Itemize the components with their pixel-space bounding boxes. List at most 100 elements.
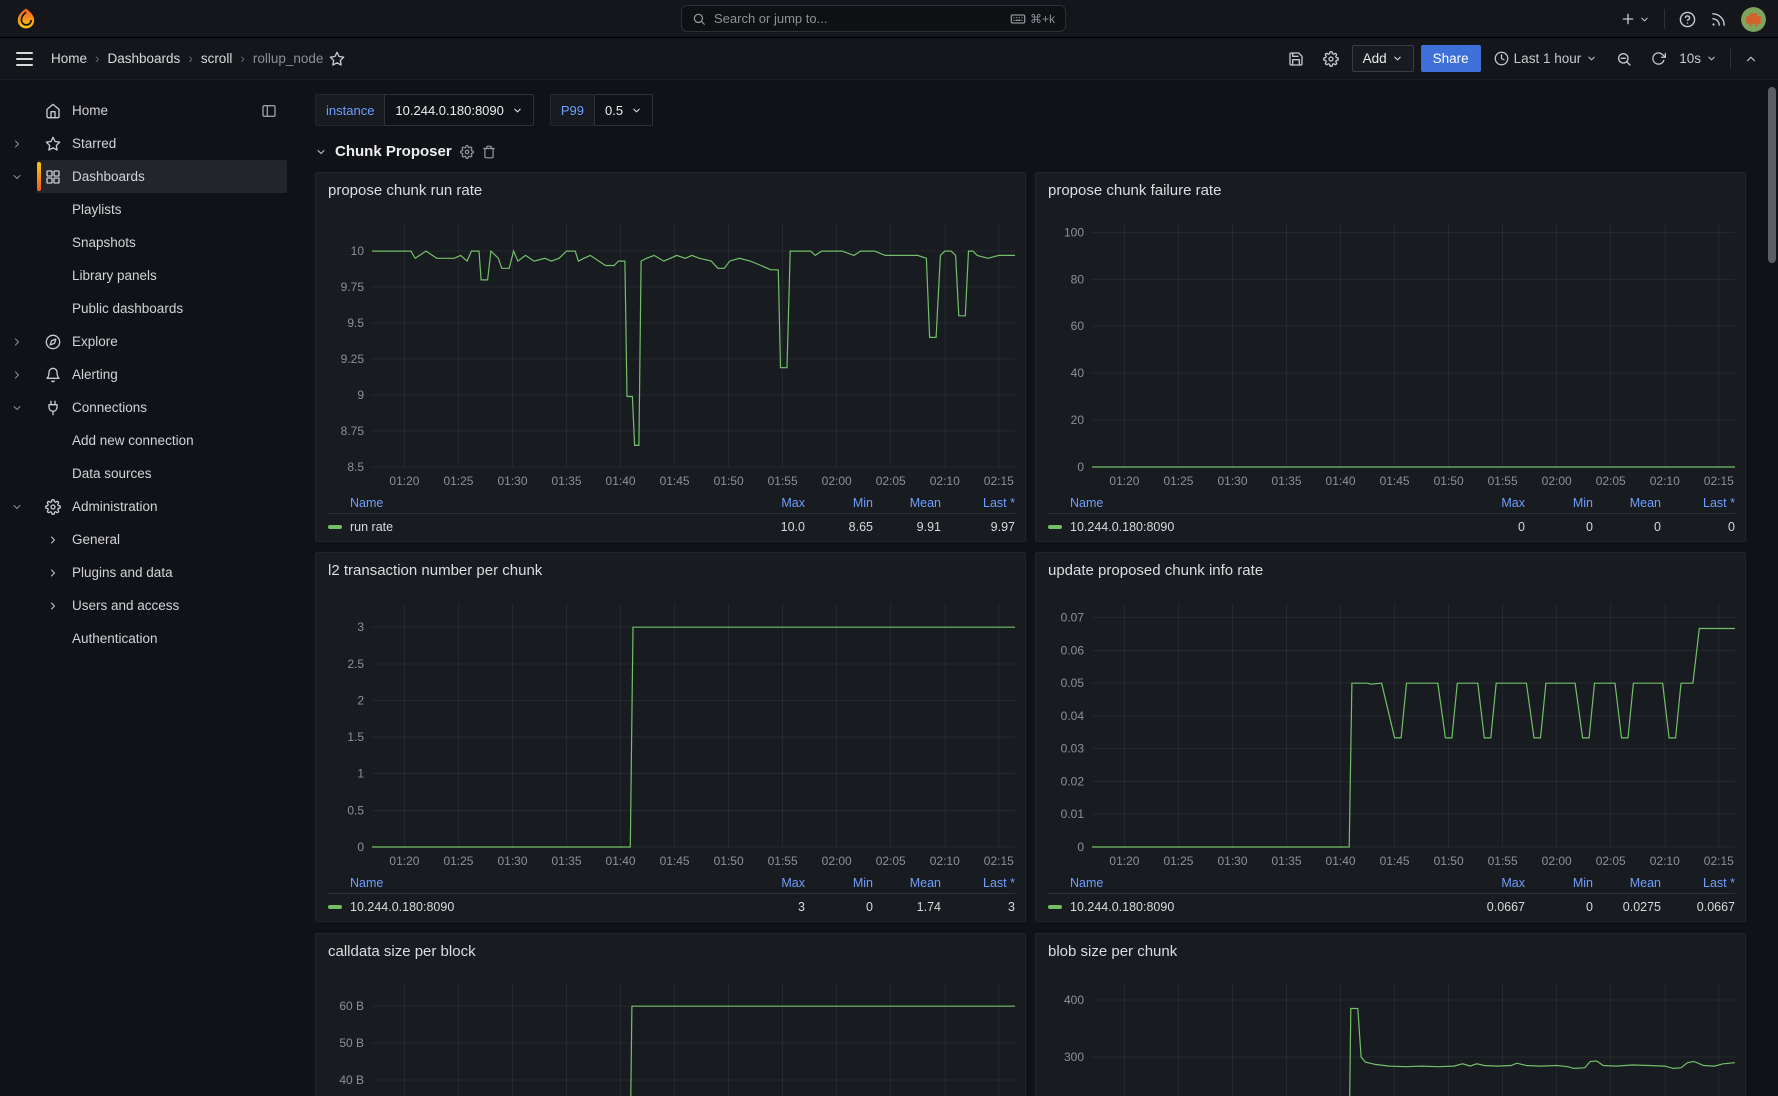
time-series-chart: 8.58.7599.259.59.751001:2001:2501:3001:3… [316, 207, 1025, 493]
sidebar-item-library-panels[interactable]: Library panels [0, 259, 291, 292]
grafana-logo[interactable] [14, 7, 38, 31]
legend-header-max[interactable]: Max [1457, 876, 1525, 890]
row-settings-icon[interactable] [460, 145, 474, 159]
panel-title[interactable]: update proposed chunk info rate [1036, 553, 1745, 587]
panel-title[interactable]: propose chunk run rate [316, 173, 1025, 207]
time-range-picker[interactable]: Last 1 hour [1488, 46, 1604, 71]
chevron-right-icon [11, 369, 23, 381]
sidebar-item-dashboards[interactable]: Dashboards [0, 160, 291, 193]
legend-header-last[interactable]: Last * [941, 876, 1015, 890]
legend-header-name[interactable]: Name [328, 496, 737, 510]
legend-value: 9.97 [941, 520, 1015, 534]
legend-header-max[interactable]: Max [737, 876, 805, 890]
variable-value-dropdown[interactable]: 0.5 [594, 94, 653, 126]
legend-series-name[interactable]: 10.244.0.180:8090 [350, 900, 454, 914]
mega-menu-toggle[interactable] [14, 48, 35, 70]
dashboard-scrollbar[interactable] [1768, 87, 1776, 263]
legend-header-mean[interactable]: Mean [873, 496, 941, 510]
breadcrumb-item-dashboards[interactable]: Dashboards [108, 51, 181, 66]
sidebar-item-public-dashboards[interactable]: Public dashboards [0, 292, 291, 325]
panel-title[interactable]: propose chunk failure rate [1036, 173, 1745, 207]
dashboard-settings-button[interactable] [1317, 46, 1345, 72]
save-dashboard-button[interactable] [1282, 46, 1310, 72]
x-tick-label: 01:55 [1488, 474, 1518, 488]
help-button[interactable] [1679, 11, 1696, 28]
legend-header-max[interactable]: Max [1457, 496, 1525, 510]
row-delete-icon[interactable] [482, 145, 496, 159]
legend-header-name[interactable]: Name [328, 876, 737, 890]
y-tick-label: 40 [1071, 366, 1085, 380]
variable-value-dropdown[interactable]: 10.244.0.180:8090 [384, 94, 533, 126]
y-tick-label: 80 [1071, 272, 1085, 286]
chevron-right-icon [47, 567, 59, 579]
x-tick-label: 01:50 [714, 474, 744, 488]
y-tick-label: 0.5 [347, 803, 364, 817]
user-avatar[interactable] [1741, 7, 1766, 32]
breadcrumb-item-rollup-node[interactable]: rollup_node [253, 51, 324, 66]
legend-header-min[interactable]: Min [805, 496, 873, 510]
legend-header-last[interactable]: Last * [941, 496, 1015, 510]
row-chunk-proposer[interactable]: Chunk Proposer [315, 143, 496, 160]
refresh-button[interactable] [1645, 46, 1672, 71]
panel-title[interactable]: calldata size per block [316, 934, 1025, 968]
legend-header-mean[interactable]: Mean [1593, 496, 1661, 510]
share-button[interactable]: Share [1421, 45, 1481, 72]
sidebar-item-plugins-and-data[interactable]: Plugins and data [0, 556, 291, 589]
new-menu-button[interactable] [1620, 11, 1650, 27]
panel-propose-chunk-failure-rate: propose chunk failure rate02040608010001… [1035, 172, 1746, 542]
sidebar-item-alerting[interactable]: Alerting [0, 358, 291, 391]
legend-header-min[interactable]: Min [1525, 496, 1593, 510]
refresh-interval-picker[interactable]: 10s [1673, 46, 1723, 71]
legend-series-name[interactable]: run rate [350, 520, 393, 534]
sidebar-item-starred[interactable]: Starred [0, 127, 291, 160]
zoom-out-time-button[interactable] [1610, 46, 1638, 72]
breadcrumb-item-home[interactable]: Home [51, 51, 87, 66]
panel-title[interactable]: blob size per chunk [1036, 934, 1745, 968]
sidebar-item-general[interactable]: General [0, 523, 291, 556]
sidebar-item-home[interactable]: Home [0, 94, 291, 127]
legend-header-name[interactable]: Name [1048, 496, 1457, 510]
news-button[interactable] [1710, 11, 1727, 28]
sidebar-item-users-and-access[interactable]: Users and access [0, 589, 291, 622]
sidebar-item-label: General [72, 532, 120, 547]
panel-legend: NameMaxMinMeanLast *10.244.0.180:80900.0… [1036, 873, 1745, 920]
panel-propose-chunk-run-rate: propose chunk run rate8.58.7599.259.59.7… [315, 172, 1026, 542]
sidebar-item-add-new-connection[interactable]: Add new connection [0, 424, 291, 457]
legend-header-min[interactable]: Min [1525, 876, 1593, 890]
legend-header-min[interactable]: Min [805, 876, 873, 890]
sidebar-item-administration[interactable]: Administration [0, 490, 291, 523]
dock-menu-button[interactable] [261, 103, 277, 119]
x-tick-label: 01:20 [389, 474, 419, 488]
x-tick-label: 02:00 [822, 474, 852, 488]
sidebar-item-data-sources[interactable]: Data sources [0, 457, 291, 490]
chevron-up-icon [1744, 52, 1758, 66]
panel-title[interactable]: l2 transaction number per chunk [316, 553, 1025, 587]
legend-header-mean[interactable]: Mean [1593, 876, 1661, 890]
legend-header-mean[interactable]: Mean [873, 876, 941, 890]
search-input[interactable]: Search or jump to... ⌘+k [681, 5, 1066, 32]
x-tick-label: 01:40 [1326, 474, 1356, 488]
favorite-dashboard-button[interactable] [329, 51, 345, 67]
x-tick-label: 01:55 [1488, 854, 1518, 868]
legend-header-last[interactable]: Last * [1661, 876, 1735, 890]
sidebar-item-authentication[interactable]: Authentication [0, 622, 291, 655]
sidebar-item-playlists[interactable]: Playlists [0, 193, 291, 226]
y-tick-label: 60 [1071, 319, 1085, 333]
x-tick-label: 01:35 [552, 854, 582, 868]
legend-header-max[interactable]: Max [737, 496, 805, 510]
sidebar-item-snapshots[interactable]: Snapshots [0, 226, 291, 259]
y-tick-label: 1.5 [347, 730, 364, 744]
kiosk-mode-button[interactable] [1738, 47, 1764, 71]
legend-header-last[interactable]: Last * [1661, 496, 1735, 510]
add-panel-button[interactable]: Add [1352, 45, 1414, 72]
sidebar-item-connections[interactable]: Connections [0, 391, 291, 424]
x-tick-label: 01:50 [714, 854, 744, 868]
breadcrumb-item-scroll[interactable]: scroll [201, 51, 233, 66]
sidebar-item-explore[interactable]: Explore [0, 325, 291, 358]
legend-series-name[interactable]: 10.244.0.180:8090 [1070, 520, 1174, 534]
legend-series-name[interactable]: 10.244.0.180:8090 [1070, 900, 1174, 914]
y-tick-label: 8.5 [347, 460, 364, 474]
x-tick-label: 02:05 [876, 854, 906, 868]
legend-header-name[interactable]: Name [1048, 876, 1457, 890]
x-tick-label: 01:25 [443, 474, 473, 488]
